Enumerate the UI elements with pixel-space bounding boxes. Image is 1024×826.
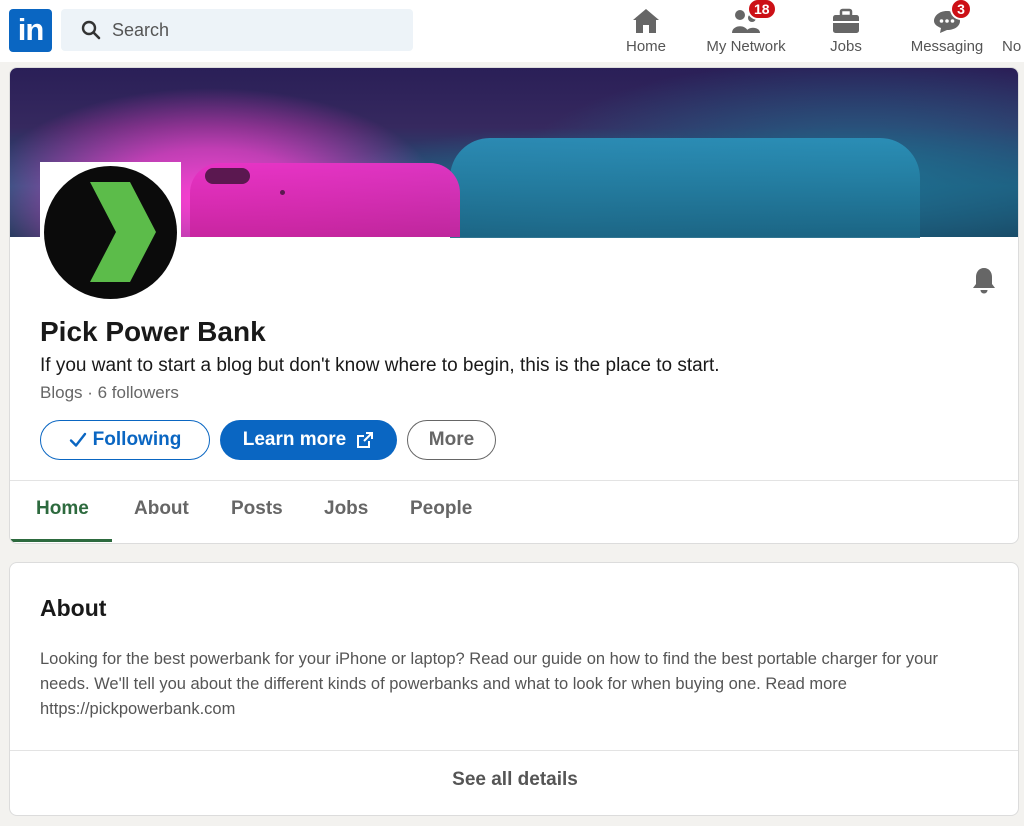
chevron-right-icon (90, 182, 156, 282)
company-name: Pick Power Bank (40, 316, 266, 347)
cover-port (205, 168, 250, 184)
about-card: About Looking for the best powerbank for… (9, 562, 1019, 816)
tab-jobs[interactable]: Jobs (324, 498, 368, 520)
network-icon: 18 (731, 0, 777, 34)
company-card: Pick Power Bank If you want to start a b… (9, 67, 1019, 544)
company-meta: Blogs · 6 followers (40, 383, 179, 402)
tab-posts[interactable]: Posts (231, 498, 283, 520)
about-description: Looking for the best powerbank for your … (40, 650, 938, 718)
top-navigation: in Home 18 My Network Jobs 3 Messaging (0, 0, 1024, 62)
check-icon (69, 432, 86, 447)
nav-jobs[interactable]: Jobs (824, 4, 868, 58)
nav-home[interactable]: Home (624, 4, 668, 58)
nav-home-label: Home (625, 38, 666, 55)
learn-more-button[interactable]: Learn more (220, 420, 397, 460)
briefcase-icon (832, 4, 860, 34)
company-logo-circle (44, 166, 177, 299)
messaging-badge: 3 (950, 0, 972, 20)
about-title: About (40, 595, 107, 621)
network-badge: 18 (747, 0, 777, 20)
nav-messaging[interactable]: 3 Messaging (906, 0, 988, 58)
search-input[interactable] (112, 19, 392, 41)
nav-messaging-label: Messaging (910, 38, 984, 55)
search-box[interactable] (61, 9, 413, 51)
tab-about[interactable]: About (134, 498, 189, 520)
nav-notifications[interactable]: No (1002, 4, 1024, 58)
external-link-icon (357, 432, 374, 448)
company-tagline: If you want to start a blog but don't kn… (40, 355, 720, 376)
search-icon (81, 19, 103, 41)
nav-jobs-label: Jobs (830, 38, 862, 55)
see-all-details-link[interactable]: See all details (10, 769, 1018, 791)
nav-notifications-label: No (1002, 38, 1022, 55)
messaging-icon: 3 (932, 0, 972, 34)
following-button[interactable]: Following (40, 420, 210, 460)
cover-dot (280, 190, 285, 195)
nav-my-network-label: My Network (706, 38, 786, 55)
company-logo[interactable] (40, 162, 181, 303)
tab-home[interactable]: Home (36, 498, 89, 520)
home-icon (632, 4, 660, 34)
card-divider (10, 480, 1018, 481)
cover-shape-blue (450, 138, 920, 238)
nav-my-network[interactable]: 18 My Network (702, 0, 790, 58)
more-button-label: More (428, 429, 475, 450)
active-tab-indicator (10, 539, 112, 542)
tab-people[interactable]: People (410, 498, 472, 520)
linkedin-logo[interactable]: in (9, 9, 52, 52)
following-button-label: Following (92, 429, 182, 450)
about-divider (10, 750, 1018, 751)
learn-more-button-label: Learn more (242, 429, 347, 450)
more-button[interactable]: More (407, 420, 496, 460)
notification-bell-icon[interactable] (968, 264, 1000, 296)
